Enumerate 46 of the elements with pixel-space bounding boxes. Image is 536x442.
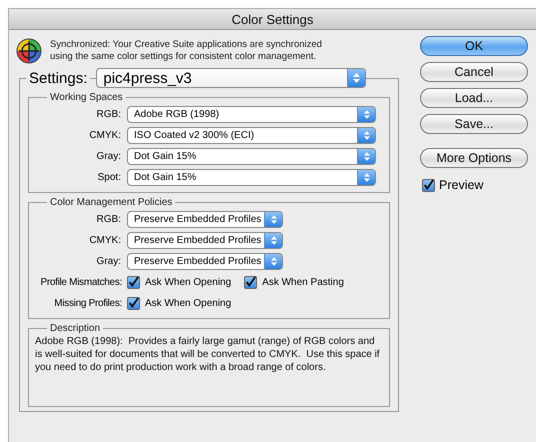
stepper-icon — [264, 233, 282, 248]
stepper-icon — [357, 170, 375, 185]
stepper-icon — [264, 212, 282, 227]
window-title: Color Settings — [232, 12, 314, 26]
dropdown[interactable]: Preserve Embedded Profiles — [127, 253, 283, 270]
stepper-icon — [347, 69, 366, 87]
dropdown[interactable]: Dot Gain 15% — [127, 169, 376, 186]
dialog-button[interactable]: More Options — [420, 148, 528, 168]
settings-dropdown[interactable]: pic4press_v3 — [96, 68, 366, 88]
sync-message: Synchronized: Your Creative Suite applications are synchronized using the same color settings for consistent color management. — [50, 39, 323, 63]
checkbox[interactable] — [127, 297, 140, 310]
stepper-icon — [357, 128, 375, 143]
group-title: Color Management Policies — [49, 197, 174, 208]
dialog-button[interactable]: Save... — [420, 114, 528, 134]
group-title: Description — [49, 323, 102, 334]
field-label: CMYK: — [88, 130, 122, 141]
checkbox[interactable] — [244, 276, 258, 289]
field-label: Gray: — [96, 256, 122, 267]
checkbox-label[interactable]: Ask When Opening — [145, 277, 232, 288]
dialog-button[interactable]: Cancel — [420, 62, 528, 82]
field-label: RGB: — [96, 109, 122, 120]
checkbox-label[interactable]: Ask When Pasting — [262, 277, 344, 288]
dropdown[interactable]: Preserve Embedded Profiles — [127, 232, 283, 249]
settings-label: Settings: — [26, 70, 90, 86]
dropdown[interactable]: Dot Gain 15% — [127, 148, 376, 165]
checkbox[interactable] — [422, 178, 435, 192]
group-title: Working Spaces — [49, 92, 124, 103]
field-label: Missing Profiles: — [53, 298, 122, 309]
dropdown[interactable]: Preserve Embedded Profiles — [127, 211, 283, 228]
stepper-icon — [264, 254, 282, 269]
description-text: Adobe RGB (1998): Provides a fairly large gamut (range) of RGB colors and is well-suited for documents that will be converted to CMYK. Use this space if you need to do print production work with a broad range of colors. — [35, 335, 381, 374]
checkbox-label[interactable]: Ask When Opening — [145, 298, 232, 309]
dropdown[interactable]: Adobe RGB (1998) — [127, 106, 376, 123]
dialog-button[interactable]: Load... — [420, 88, 528, 108]
stepper-icon — [357, 107, 375, 122]
color-wheel-icon — [16, 38, 42, 64]
field-label: Spot: — [96, 172, 122, 183]
field-label: Gray: — [96, 151, 122, 162]
dropdown[interactable]: ISO Coated v2 300% (ECI) — [127, 127, 376, 144]
stepper-icon — [357, 149, 375, 164]
dialog-button[interactable]: OK — [420, 36, 528, 56]
field-label: RGB: — [96, 214, 122, 225]
field-label: CMYK: — [88, 235, 122, 246]
checkbox-label[interactable]: Preview — [439, 178, 484, 192]
field-label: Profile Mismatches: — [39, 277, 122, 288]
checkbox[interactable] — [127, 276, 140, 289]
